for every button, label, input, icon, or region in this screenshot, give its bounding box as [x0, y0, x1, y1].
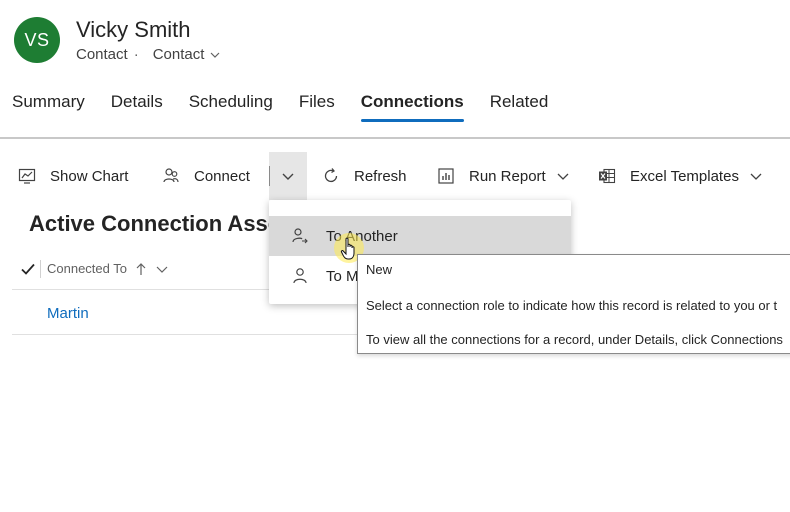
people-icon [163, 168, 179, 183]
record-subtitle: Contact · Contact [76, 46, 220, 63]
tab-connections[interactable]: Connections [360, 92, 464, 122]
tooltip-line: To view all the connections for a record… [366, 332, 783, 347]
chevron-down-icon [282, 173, 294, 180]
entity-label: Contact [76, 46, 128, 63]
split-separator [269, 166, 270, 186]
command-bar: Show Chart Connect Refresh Run Report Ex… [0, 152, 790, 200]
tooltip-line: Select a connection role to indicate how… [366, 298, 778, 313]
run-report-label: Run Report [469, 167, 546, 185]
person-icon [293, 268, 307, 284]
person-arrow-icon [292, 228, 308, 244]
hand-cursor-icon [340, 237, 355, 260]
record-title: Vicky Smith [76, 17, 191, 42]
chevron-down-icon [210, 52, 220, 58]
tab-details[interactable]: Details [111, 92, 163, 118]
header-divider [0, 137, 790, 139]
chevron-down-icon [156, 266, 168, 273]
separator-dot: · [133, 46, 139, 63]
subgrid-title: Active Connection Asso [29, 211, 282, 236]
column-separator [40, 260, 41, 278]
show-chart-button[interactable]: Show Chart [18, 152, 128, 200]
form-label: Contact [152, 46, 205, 63]
excel-templates-button[interactable]: Excel Templates [598, 152, 763, 200]
chevron-down-icon [557, 173, 569, 180]
excel-templates-label: Excel Templates [630, 167, 739, 185]
chart-icon [18, 168, 36, 184]
run-report-button[interactable]: Run Report [437, 152, 570, 200]
select-all-checkmark-icon[interactable] [20, 261, 36, 277]
refresh-icon [324, 168, 338, 183]
tooltip-title: New [366, 262, 393, 277]
column-header-connected-to[interactable]: Connected To [47, 261, 169, 276]
avatar: VS [14, 17, 60, 63]
refresh-label: Refresh [354, 167, 407, 185]
report-icon [438, 168, 454, 184]
tab-list: Summary Details Scheduling Files Connect… [12, 92, 574, 122]
connect-button[interactable]: Connect [162, 152, 250, 200]
record-header: VS Vicky Smith Contact · Contact Summary… [0, 0, 790, 140]
tab-scheduling[interactable]: Scheduling [189, 92, 273, 118]
tab-related[interactable]: Related [490, 92, 549, 118]
tab-summary[interactable]: Summary [12, 92, 85, 118]
table-row-link[interactable]: Martin [47, 305, 89, 322]
excel-icon [599, 168, 616, 184]
tooltip: New Select a connection role to indicate… [357, 254, 790, 354]
refresh-button[interactable]: Refresh [322, 152, 407, 200]
show-chart-label: Show Chart [50, 167, 129, 185]
chevron-down-icon [750, 173, 762, 180]
menu-item-to-another[interactable]: To Another [269, 216, 571, 256]
tab-files[interactable]: Files [299, 92, 335, 118]
connect-dropdown-button[interactable] [269, 152, 307, 200]
sort-ascending-icon [136, 262, 146, 275]
form-selector[interactable]: Contact [153, 46, 221, 63]
column-header-label: Connected To [47, 261, 127, 276]
menu-item-label: To M [326, 267, 359, 285]
connect-label: Connect [194, 167, 250, 185]
